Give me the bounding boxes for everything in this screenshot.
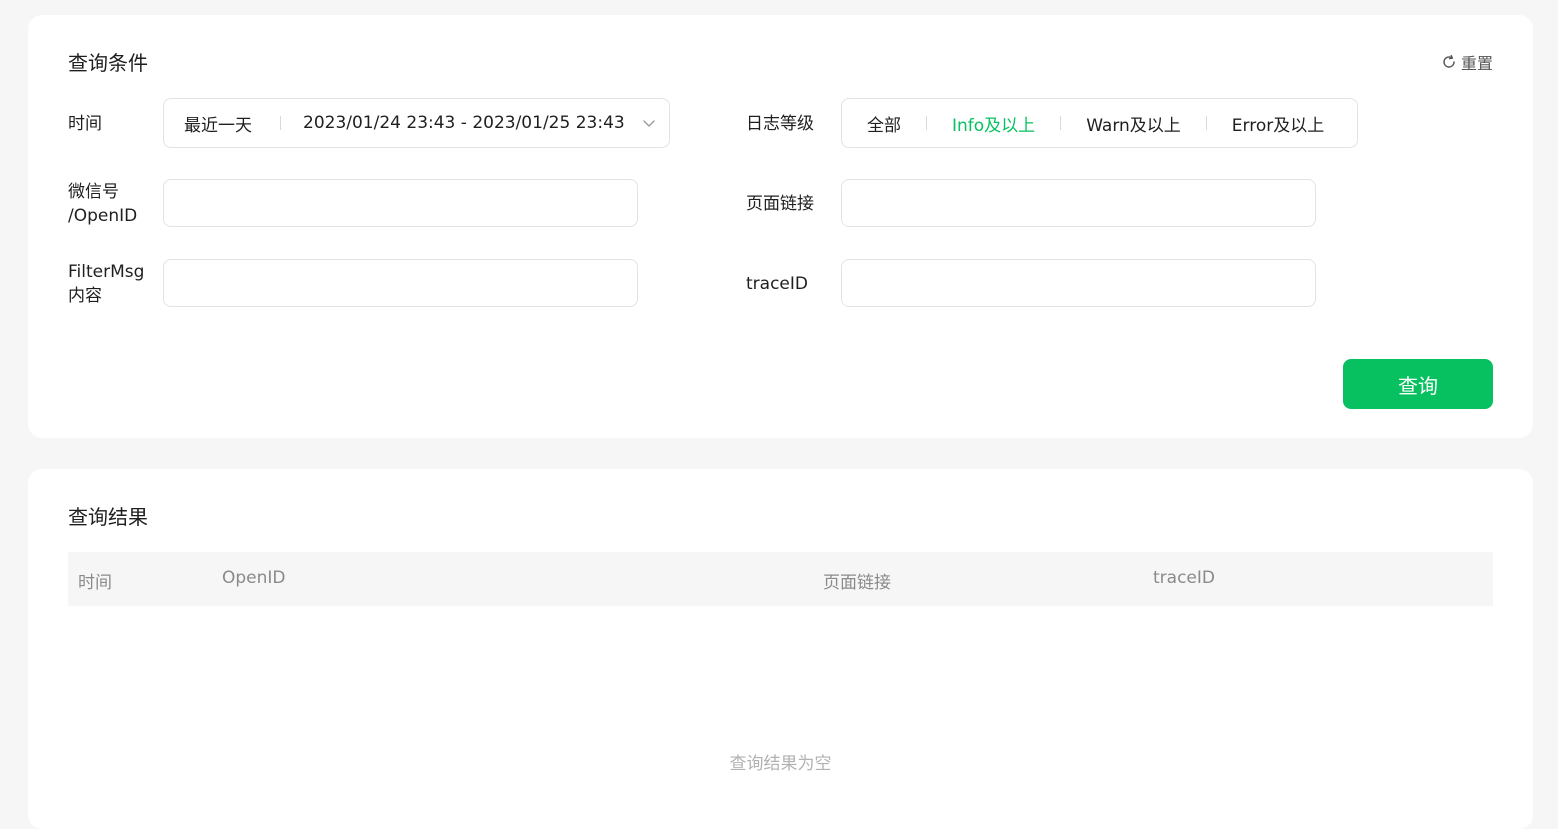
wechat-label-line2: /OpenID — [68, 206, 138, 226]
date-range-picker[interactable]: 最近一天 2023/01/24 23:43 - 2023/01/25 23:43 — [163, 98, 670, 148]
level-divider — [926, 116, 927, 130]
query-button[interactable]: 查询 — [1343, 359, 1493, 409]
query-results-title: 查询结果 — [68, 505, 148, 529]
wechat-openid-field[interactable] — [163, 179, 638, 227]
time-label: 时间 — [68, 114, 102, 134]
reset-button[interactable]: 重置 — [1441, 50, 1493, 74]
level-option-info[interactable]: Info及以上 — [952, 111, 1035, 136]
date-preset[interactable]: 最近一天 — [164, 111, 280, 136]
level-option-error[interactable]: Error及以上 — [1232, 111, 1324, 136]
page-link-input[interactable] — [842, 180, 1315, 226]
date-range-value[interactable]: 2023/01/24 23:43 - 2023/01/25 23:43 — [281, 113, 629, 133]
trace-id-input[interactable] — [842, 260, 1315, 306]
query-conditions-card: 查询条件 重置 时间 最近一天 2023/01/24 23:43 - 2023/… — [28, 15, 1533, 438]
filter-msg-label: FilterMsg 内容 — [68, 260, 144, 308]
chevron-down-icon[interactable] — [629, 116, 669, 130]
filter-label-line1: FilterMsg — [68, 262, 145, 282]
query-results-card: 查询结果 时间 OpenID 页面链接 traceID 查询结果为空 — [28, 469, 1533, 829]
log-level-label: 日志等级 — [746, 114, 814, 134]
level-option-warn[interactable]: Warn及以上 — [1086, 111, 1181, 136]
wechat-label-line1: 微信号 — [68, 182, 119, 202]
empty-results-text: 查询结果为空 — [729, 754, 832, 774]
results-table-header: 时间 OpenID 页面链接 traceID — [68, 552, 1493, 606]
refresh-icon — [1441, 54, 1457, 70]
level-divider — [1060, 116, 1062, 130]
filter-label-line2: 内容 — [68, 286, 102, 306]
level-divider — [1205, 116, 1207, 130]
query-conditions-title: 查询条件 — [68, 51, 148, 75]
trace-id-label: traceID — [746, 274, 808, 294]
reset-label: 重置 — [1460, 54, 1493, 73]
column-header-page-link[interactable]: 页面链接 — [823, 568, 891, 593]
wechat-openid-input[interactable] — [164, 180, 637, 226]
column-header-time[interactable]: 时间 — [78, 568, 112, 593]
column-header-trace-id[interactable]: traceID — [1153, 568, 1215, 588]
page-link-field[interactable] — [841, 179, 1316, 227]
column-header-openid[interactable]: OpenID — [222, 568, 286, 588]
wechat-openid-label: 微信号 /OpenID — [68, 180, 137, 228]
level-option-all[interactable]: 全部 — [867, 111, 901, 136]
filter-msg-field[interactable] — [163, 259, 638, 307]
filter-msg-input[interactable] — [164, 260, 637, 306]
trace-id-field[interactable] — [841, 259, 1316, 307]
page-link-label: 页面链接 — [746, 194, 814, 214]
log-level-selector: 全部 Info及以上 Warn及以上 Error及以上 — [841, 98, 1358, 148]
